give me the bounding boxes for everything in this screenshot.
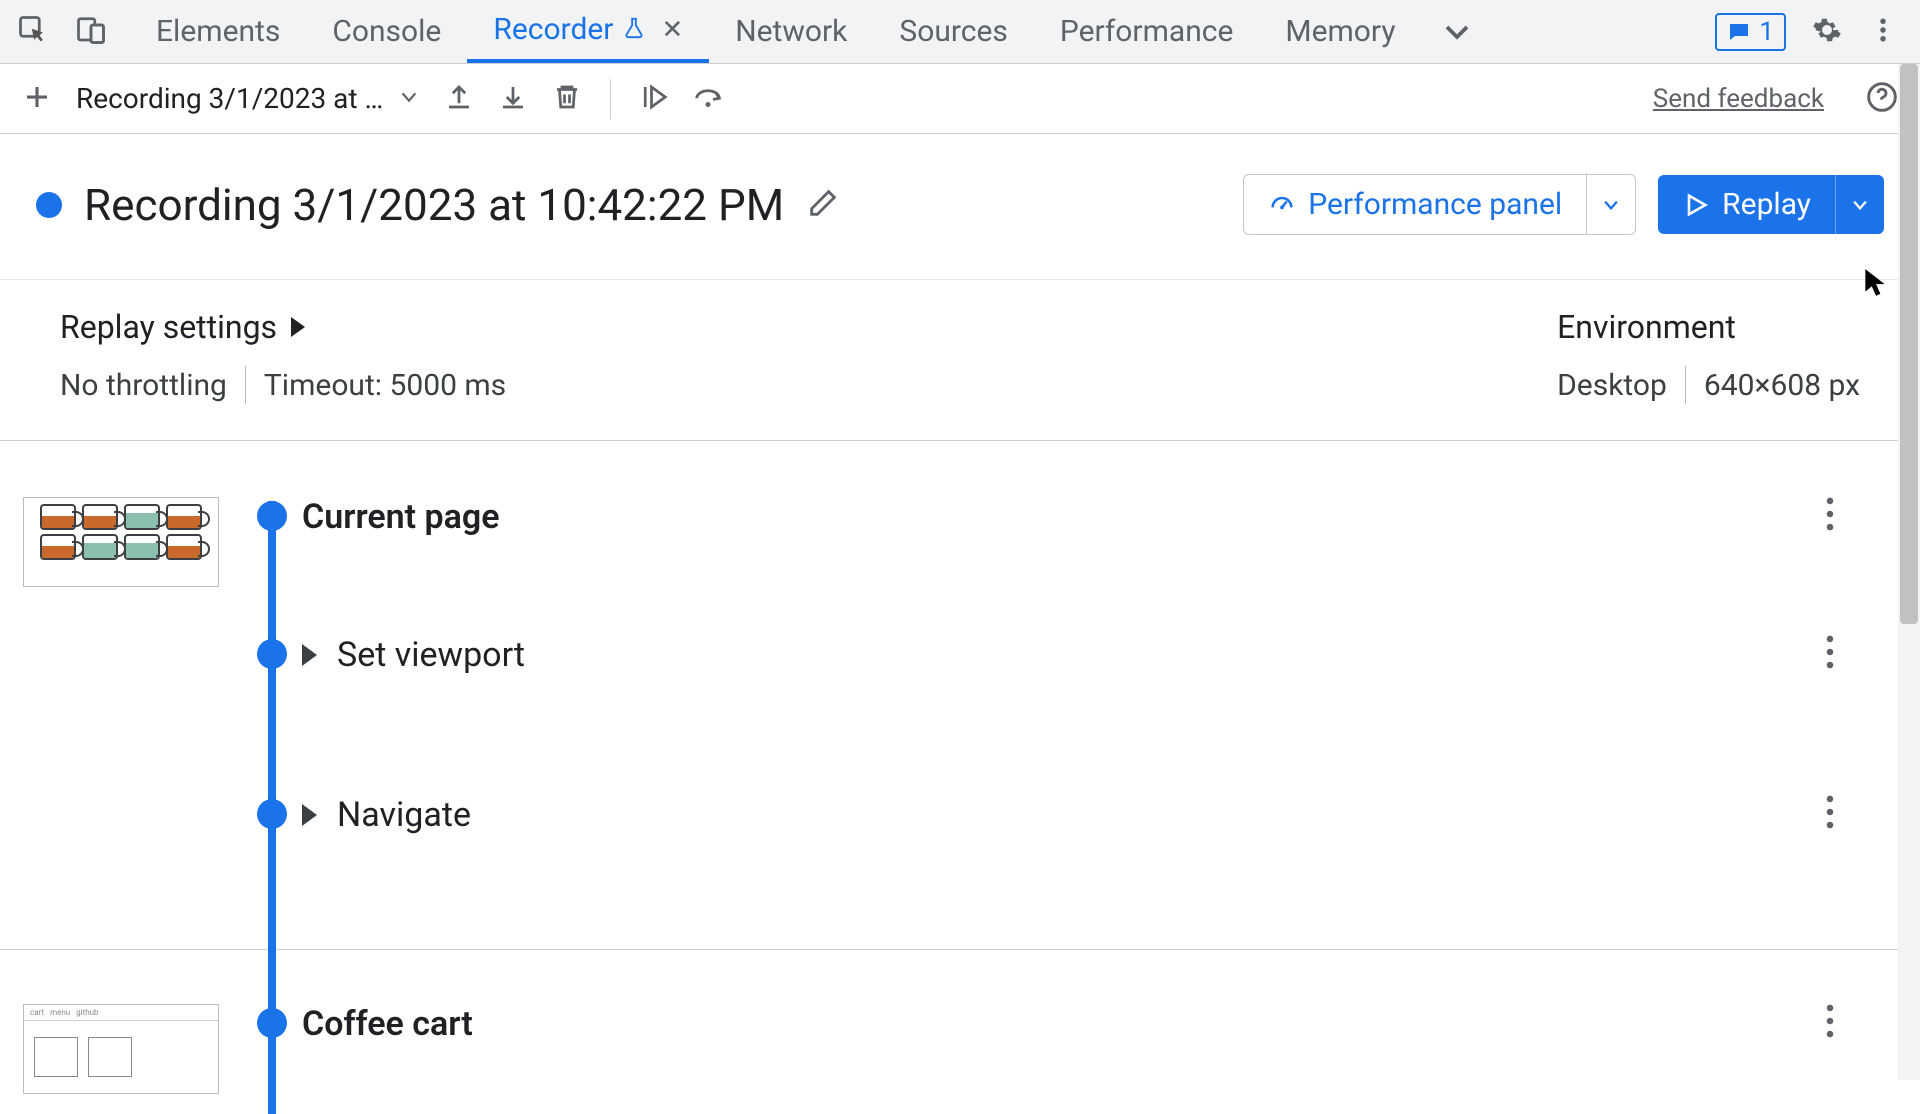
experiment-flask-icon xyxy=(623,12,645,47)
recording-steps: Current page Set viewport Navigate xyxy=(0,441,1920,1114)
expand-step-icon[interactable] xyxy=(302,644,317,666)
edit-title-icon[interactable] xyxy=(806,186,840,224)
performance-panel-button[interactable]: Performance panel xyxy=(1243,174,1636,235)
messages-count: 1 xyxy=(1759,17,1774,47)
performance-panel-dropdown[interactable] xyxy=(1586,175,1635,234)
expand-step-icon[interactable] xyxy=(302,804,317,826)
step-thumbnail: cartmenugithub xyxy=(23,1004,219,1094)
messages-badge[interactable]: 1 xyxy=(1715,13,1786,51)
replay-settings-label: Replay settings xyxy=(60,308,277,346)
settings-strip: Replay settings No throttling Timeout: 5… xyxy=(0,280,1920,441)
devtools-menu-icon[interactable] xyxy=(1868,15,1898,49)
tab-network[interactable]: Network xyxy=(709,0,873,63)
settings-gear-icon[interactable] xyxy=(1812,15,1842,49)
throttling-value: No throttling xyxy=(60,368,227,403)
step-thumbnail xyxy=(23,497,219,587)
tab-sources[interactable]: Sources xyxy=(873,0,1033,63)
inspect-element-icon[interactable] xyxy=(18,15,48,49)
timeline-dot xyxy=(257,1008,287,1038)
timeline-dot xyxy=(257,799,287,829)
chevron-right-icon xyxy=(291,317,305,337)
send-feedback-link[interactable]: Send feedback xyxy=(1653,84,1824,114)
step-current-page[interactable]: Current page xyxy=(0,497,1920,607)
tab-recorder[interactable]: Recorder ✕ xyxy=(467,0,709,63)
environment-device: Desktop xyxy=(1557,368,1667,403)
step-menu-icon[interactable] xyxy=(1800,635,1860,669)
new-recording-icon[interactable] xyxy=(22,82,52,116)
timeline-dot xyxy=(257,501,287,531)
step-title: Navigate xyxy=(337,795,471,835)
replay-label: Replay xyxy=(1722,187,1811,222)
scrollbar[interactable] xyxy=(1898,64,1920,1080)
timeline-dot xyxy=(257,639,287,669)
tab-elements[interactable]: Elements xyxy=(130,0,306,63)
help-icon[interactable] xyxy=(1866,81,1898,117)
step-title: Set viewport xyxy=(337,635,525,675)
delete-icon[interactable] xyxy=(552,82,582,116)
step-navigate[interactable]: Navigate xyxy=(0,795,1920,905)
timeout-value: Timeout: 5000 ms xyxy=(264,368,506,403)
tab-performance[interactable]: Performance xyxy=(1034,0,1260,63)
step-menu-icon[interactable] xyxy=(1800,497,1860,531)
replay-dropdown[interactable] xyxy=(1835,175,1884,234)
performance-panel-label: Performance panel xyxy=(1308,187,1562,222)
close-tab-icon[interactable]: ✕ xyxy=(661,15,683,45)
recording-header: Recording 3/1/2023 at 10:42:22 PM Perfor… xyxy=(0,134,1920,280)
replay-button[interactable]: Replay xyxy=(1658,175,1884,234)
step-over-icon[interactable] xyxy=(693,82,723,116)
step-play-icon[interactable] xyxy=(639,82,669,116)
export-icon[interactable] xyxy=(498,82,528,116)
recording-dropdown[interactable]: Recording 3/1/2023 at 10… xyxy=(76,82,420,115)
scrollbar-thumb[interactable] xyxy=(1900,64,1918,624)
replay-settings-toggle[interactable]: Replay settings xyxy=(60,308,1557,346)
tab-memory[interactable]: Memory xyxy=(1259,0,1421,63)
step-menu-icon[interactable] xyxy=(1800,795,1860,829)
step-title: Current page xyxy=(302,497,500,537)
more-tabs-icon[interactable] xyxy=(1422,0,1492,63)
recording-title: Recording 3/1/2023 at 10:42:22 PM xyxy=(84,179,784,231)
device-toggle-icon[interactable] xyxy=(76,15,106,49)
step-title: Coffee cart xyxy=(302,1004,473,1044)
environment-heading: Environment xyxy=(1557,308,1860,346)
recorder-toolbar: Recording 3/1/2023 at 10… Send feedback xyxy=(0,64,1920,134)
import-icon[interactable] xyxy=(444,82,474,116)
devtools-tabstrip: Elements Console Recorder ✕ Network Sour… xyxy=(0,0,1920,64)
step-coffee-cart[interactable]: cartmenugithub Coffee cart xyxy=(0,1004,1920,1114)
step-menu-icon[interactable] xyxy=(1800,1004,1860,1038)
chevron-down-icon xyxy=(398,82,420,115)
environment-viewport: 640×608 px xyxy=(1704,368,1860,403)
tab-console[interactable]: Console xyxy=(306,0,467,63)
recording-status-dot xyxy=(36,192,62,218)
step-set-viewport[interactable]: Set viewport xyxy=(0,635,1920,745)
recording-dropdown-label: Recording 3/1/2023 at 10… xyxy=(76,82,386,115)
